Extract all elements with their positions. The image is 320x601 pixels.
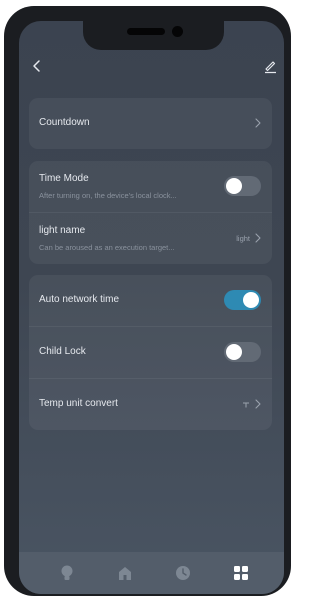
settings-card: Auto network time Child Lock Temp unit c… — [29, 275, 272, 430]
toggle-knob — [226, 344, 242, 360]
app-screen: Countdown Time Mode After turning on, th… — [19, 21, 284, 594]
temp-unit-convert-row[interactable]: Temp unit convert — [29, 379, 272, 430]
light-name-description: Can be aroused as an execution target... — [39, 243, 175, 252]
grid-icon[interactable] — [232, 564, 250, 582]
time-light-card: Time Mode After turning on, the device's… — [29, 161, 272, 264]
auto-network-time-row: Auto network time — [29, 275, 272, 327]
toggle-knob — [243, 292, 259, 308]
countdown-card: Countdown — [29, 98, 272, 149]
toggle-knob — [226, 178, 242, 194]
child-lock-row: Child Lock — [29, 327, 272, 379]
countdown-row[interactable]: Countdown — [29, 98, 272, 149]
phone-frame: Countdown Time Mode After turning on, th… — [4, 6, 291, 596]
bottom-tab-bar — [19, 552, 284, 594]
countdown-label: Countdown — [39, 117, 90, 128]
speaker-grille — [127, 28, 165, 35]
home-icon[interactable] — [116, 564, 134, 582]
time-mode-row: Time Mode After turning on, the device's… — [29, 161, 272, 213]
time-mode-toggle[interactable] — [224, 176, 261, 196]
lightbulb-icon[interactable] — [58, 564, 76, 582]
phone-notch — [83, 20, 224, 50]
temp-unit-convert-label: Temp unit convert — [39, 398, 118, 409]
time-mode-description: After turning on, the device's local clo… — [39, 191, 177, 200]
auto-network-time-toggle[interactable] — [224, 290, 261, 310]
child-lock-toggle[interactable] — [224, 342, 261, 362]
child-lock-label: Child Lock — [39, 346, 86, 357]
time-mode-label: Time Mode — [39, 173, 89, 184]
clock-icon[interactable] — [174, 564, 192, 582]
chevron-right-icon — [255, 399, 261, 409]
front-camera — [172, 26, 183, 37]
chevron-right-icon — [255, 118, 261, 128]
temperature-unit-icon — [243, 402, 249, 408]
chevron-right-icon — [255, 233, 261, 243]
auto-network-time-label: Auto network time — [39, 294, 120, 305]
back-icon[interactable] — [29, 58, 45, 74]
light-name-row[interactable]: light name Can be aroused as an executio… — [29, 213, 272, 264]
light-name-label: light name — [39, 225, 86, 236]
light-name-value: light — [236, 234, 250, 243]
edit-pencil-icon[interactable] — [262, 58, 278, 74]
